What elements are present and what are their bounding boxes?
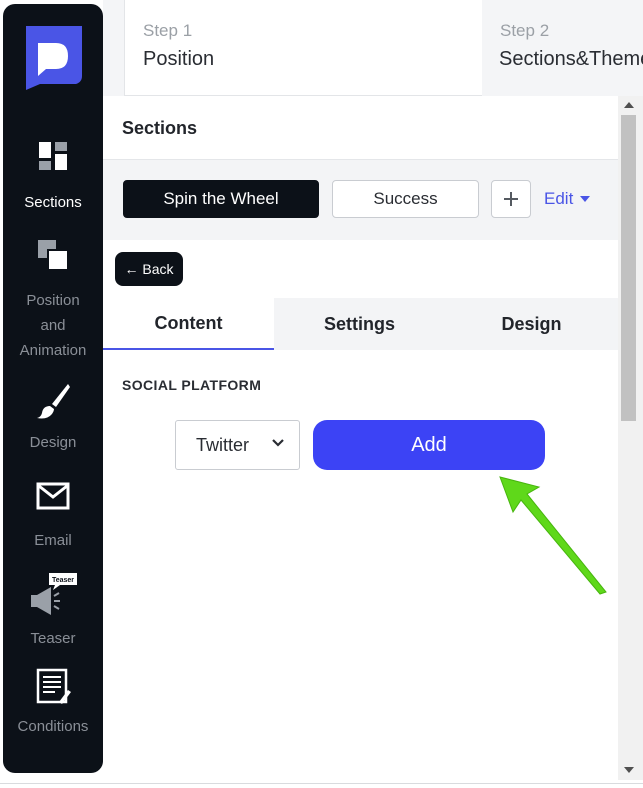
sidebar-item-label-line: Position [26,292,80,309]
caret-down-icon [580,196,591,202]
position-animation-icon [38,240,69,271]
app-logo-icon[interactable] [24,26,82,90]
step-name: Position [143,48,215,70]
divider [0,783,643,784]
step-name: Sections&Theme [499,48,643,70]
scroll-down-icon[interactable] [624,767,634,773]
sidebar-item-sections[interactable]: Sections [3,140,103,215]
scroll-thumb[interactable] [621,115,636,421]
step-position[interactable]: Step 1 Position [124,0,482,96]
sidebar-item-label: Design [29,434,77,451]
tab-success[interactable]: Success [332,180,479,218]
envelope-icon [36,482,70,510]
sidebar: Sections Position and Animation Design E… [3,4,103,773]
sidebar-item-position-animation[interactable]: Position and Animation [3,238,103,363]
platform-select-value: Twitter [196,434,250,455]
teaser-badge-text: Teaser [52,577,74,584]
stepper: Step 1 Position Step 2 Sections&Theme [103,0,643,96]
sidebar-item-label: Teaser [30,630,76,647]
subtab-content[interactable]: Content [103,298,274,350]
sidebar-item-label: Email [34,532,72,549]
sidebar-item-design[interactable]: Design [3,382,103,455]
back-button[interactable]: ← Back [115,252,183,286]
plus-icon [504,192,518,206]
add-section-button[interactable] [491,180,531,218]
sections-icon [39,142,67,170]
step-number: Step 1 [143,21,193,40]
edit-dropdown[interactable]: Edit [544,189,591,209]
sidebar-item-label: Conditions [17,718,89,735]
section-tabs-bar: Spin the Wheel Success Edit [103,159,618,240]
panel-title: Sections [122,118,198,138]
social-platform-label: SOCIAL PLATFORM [122,377,262,393]
platform-select[interactable]: Twitter [175,420,300,470]
sidebar-item-conditions[interactable]: Conditions [3,668,103,739]
sidebar-item-label-line: and [40,317,66,334]
tab-spin-the-wheel[interactable]: Spin the Wheel [123,180,319,218]
step-number: Step 2 [500,21,550,40]
sidebar-item-label-line: Animation [19,342,87,359]
sidebar-item-teaser[interactable]: Teaser Teaser [3,570,103,651]
edit-label: Edit [544,189,574,208]
megaphone-icon: Teaser [31,573,77,615]
subtab-design[interactable]: Design [446,298,617,350]
subtab-settings[interactable]: Settings [274,298,445,350]
brush-icon [37,384,70,419]
sidebar-item-label: Sections [24,194,82,211]
content-subtabs: Content Settings Design [103,298,618,350]
scrollbar[interactable] [618,96,643,780]
chevron-down-icon [272,439,284,447]
step-sections-theme[interactable]: Step 2 Sections&Theme [481,0,643,96]
add-button[interactable]: Add [313,420,545,470]
scroll-up-icon[interactable] [624,102,634,108]
sidebar-item-email[interactable]: Email [3,482,103,553]
sections-panel: Sections Spin the Wheel Success Edit ← B… [103,96,618,784]
conditions-icon [36,668,71,704]
annotation-arrow-icon [499,476,607,595]
